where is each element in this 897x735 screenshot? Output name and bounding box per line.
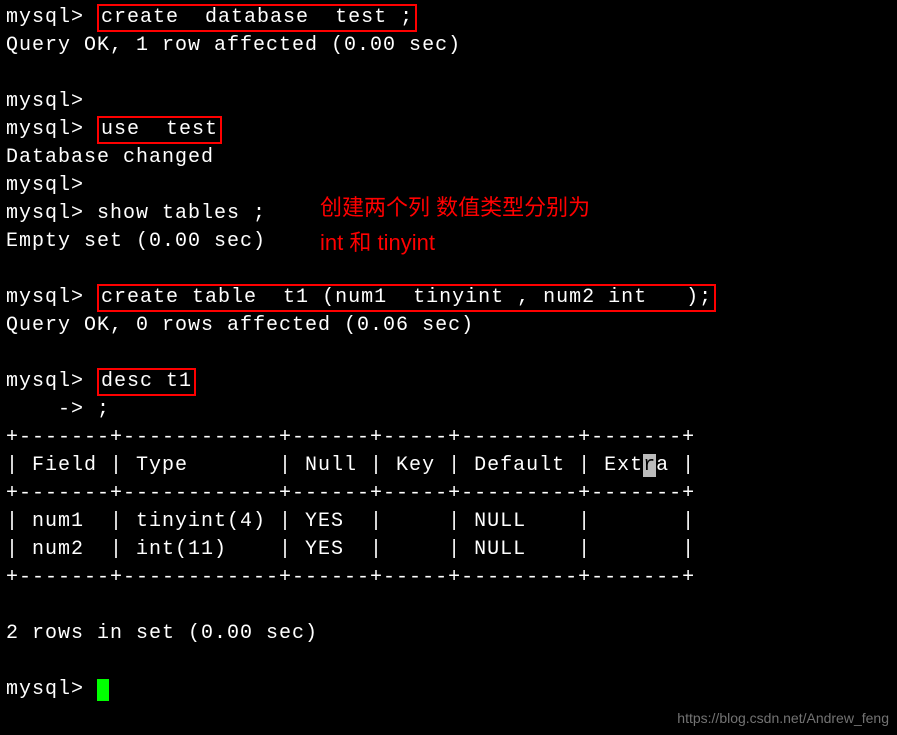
prompt: mysql> [6, 202, 84, 225]
prompt: mysql> [6, 678, 84, 701]
terminal-line: mysql> create table t1 (num1 tinyint , n… [6, 284, 891, 312]
continuation-prompt: -> [6, 398, 84, 421]
blank-line [6, 60, 891, 88]
watermark: https://blog.csdn.net/Andrew_feng [677, 709, 889, 729]
table-header: | Field | Type | Null | Key | Default | … [6, 452, 891, 480]
terminal-output: Query OK, 0 rows affected (0.06 sec) [6, 312, 891, 340]
terminal-line: mysql> [6, 88, 891, 116]
prompt: mysql> [6, 118, 84, 141]
terminal-line: mysql> create database test ; [6, 4, 891, 32]
cmd-create-database: create database test ; [97, 4, 417, 32]
table-border: +-------+------------+------+-----+-----… [6, 424, 891, 452]
text-cursor: r [643, 454, 656, 477]
table-border: +-------+------------+------+-----+-----… [6, 564, 891, 592]
annotation-line1: 创建两个列 数值类型分别为 [320, 190, 590, 225]
terminal-line[interactable]: mysql> [6, 676, 891, 704]
cmd-desc-cont: ; [97, 398, 110, 421]
prompt: mysql> [6, 90, 84, 113]
annotation-text: 创建两个列 数值类型分别为 int 和 tinyint [320, 190, 590, 260]
table-row: | num1 | tinyint(4) | YES | | NULL | | [6, 508, 891, 536]
table-border: +-------+------------+------+-----+-----… [6, 480, 891, 508]
annotation-line2: int 和 tinyint [320, 225, 590, 260]
terminal-output: Database changed [6, 144, 891, 172]
cmd-use-test: use test [97, 116, 222, 144]
terminal-line: mysql> desc t1 [6, 368, 891, 396]
terminal-line: -> ; [6, 396, 891, 424]
cmd-desc-t1: desc t1 [97, 368, 196, 396]
table-row: | num2 | int(11) | YES | | NULL | | [6, 536, 891, 564]
blank-line [6, 592, 891, 620]
prompt: mysql> [6, 286, 84, 309]
table-summary: 2 rows in set (0.00 sec) [6, 620, 891, 648]
cmd-show-tables: show tables ; [97, 202, 266, 225]
terminal-output: Query OK, 1 row affected (0.00 sec) [6, 32, 891, 60]
prompt: mysql> [6, 370, 84, 393]
cursor-icon [97, 679, 109, 701]
cmd-create-table: create table t1 (num1 tinyint , num2 int… [97, 284, 716, 312]
prompt: mysql> [6, 6, 84, 29]
terminal-line: mysql> use test [6, 116, 891, 144]
prompt: mysql> [6, 174, 84, 197]
blank-line [6, 340, 891, 368]
blank-line [6, 648, 891, 676]
